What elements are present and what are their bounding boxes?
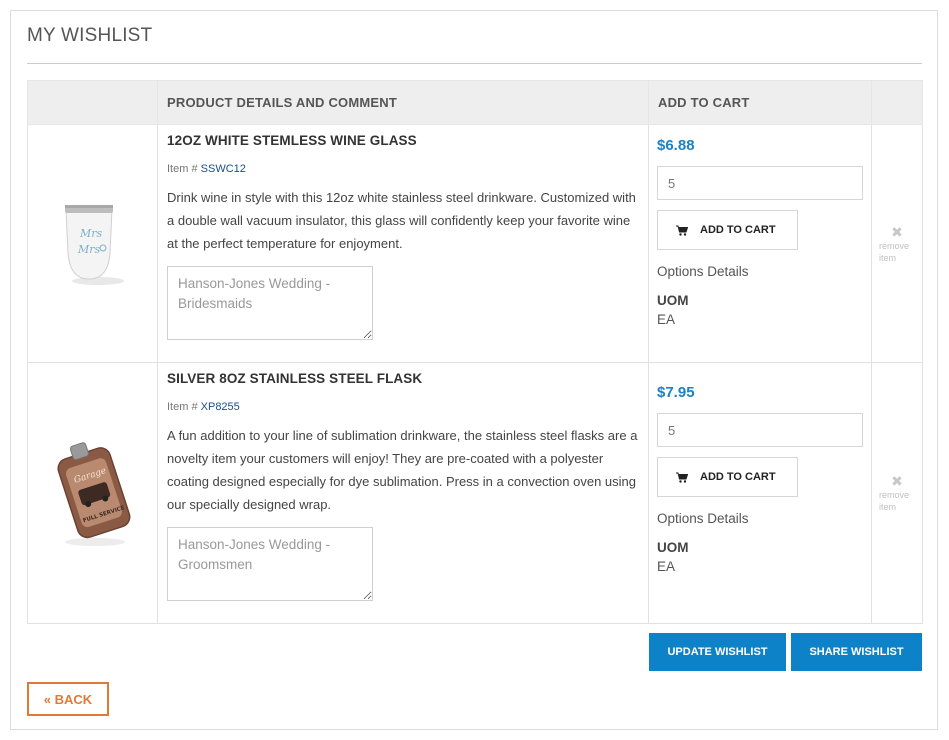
- table-row: Garage FULL SERVICE SILVER 8OZ STAINLESS…: [27, 362, 923, 624]
- table-row: Mrs Mrs 12OZ WHITE STEMLESS WINE GLASS I…: [27, 124, 923, 363]
- product-description: A fun addition to your line of sublimati…: [167, 428, 638, 512]
- uom-value: EA: [657, 312, 676, 327]
- product-image-flask[interactable]: Garage FULL SERVICE: [43, 438, 143, 548]
- header-image: [27, 80, 158, 125]
- product-details-cell: 12OZ WHITE STEMLESS WINE GLASS Item # SS…: [157, 124, 649, 363]
- quantity-input[interactable]: [657, 413, 863, 447]
- wishlist-table: PRODUCT DETAILS AND COMMENT ADD TO CART …: [27, 80, 923, 624]
- add-to-cart-cell: $6.88 ADD TO CART Options Details UOM EA: [648, 124, 872, 363]
- uom-value: EA: [657, 559, 676, 574]
- cart-icon: [676, 225, 688, 236]
- remove-item-button[interactable]: ✖ remove item: [879, 474, 915, 513]
- uom-label: UOM: [657, 540, 689, 555]
- price: $7.95: [657, 384, 695, 401]
- price: $6.88: [657, 137, 695, 154]
- product-image-wine-glass[interactable]: Mrs Mrs: [56, 201, 130, 287]
- remove-cell: ✖ remove item: [871, 362, 923, 624]
- item-prefix: Item #: [167, 163, 198, 175]
- product-image-cell: Garage FULL SERVICE: [27, 362, 158, 624]
- remove-cell: ✖ remove item: [871, 124, 923, 363]
- svg-text:Mrs: Mrs: [79, 227, 103, 240]
- product-details-cell: SILVER 8OZ STAINLESS STEEL FLASK Item # …: [157, 362, 649, 624]
- item-number: SSWC12: [200, 163, 246, 175]
- close-icon: ✖: [891, 473, 903, 489]
- comment-field[interactable]: Hanson-Jones Wedding - Groomsmen: [167, 527, 373, 601]
- add-to-cart-label: ADD TO CART: [700, 471, 776, 483]
- add-to-cart-button[interactable]: ADD TO CART: [657, 210, 798, 250]
- product-image-cell: Mrs Mrs: [27, 124, 158, 363]
- item-number-line: Item # SSWC12: [167, 163, 639, 175]
- header-add-to-cart: ADD TO CART: [648, 80, 872, 125]
- add-to-cart-label: ADD TO CART: [700, 224, 776, 236]
- table-header-row: PRODUCT DETAILS AND COMMENT ADD TO CART: [27, 80, 923, 125]
- update-wishlist-button[interactable]: UPDATE WISHLIST: [649, 633, 786, 671]
- share-wishlist-button[interactable]: SHARE WISHLIST: [791, 633, 922, 671]
- quantity-input[interactable]: [657, 166, 863, 200]
- product-name: 12OZ WHITE STEMLESS WINE GLASS: [167, 133, 417, 148]
- remove-item-label: remove item: [879, 490, 910, 512]
- back-button[interactable]: « BACK: [27, 682, 109, 716]
- options-details: Options Details: [657, 264, 749, 279]
- options-details: Options Details: [657, 511, 749, 526]
- uom-label: UOM: [657, 293, 689, 308]
- add-to-cart-cell: $7.95 ADD TO CART Options Details UOM EA: [648, 362, 872, 624]
- add-to-cart-button[interactable]: ADD TO CART: [657, 457, 798, 497]
- title-divider: [27, 63, 922, 64]
- item-number: XP8255: [200, 401, 240, 413]
- product-description: Drink wine in style with this 12oz white…: [167, 190, 636, 251]
- page-title: MY WISHLIST: [27, 25, 153, 46]
- header-remove: [871, 80, 923, 125]
- comment-field[interactable]: Hanson-Jones Wedding - Bridesmaids: [167, 266, 373, 340]
- cart-icon: [676, 472, 688, 483]
- item-prefix: Item #: [167, 401, 198, 413]
- remove-item-label: remove item: [879, 240, 910, 263]
- item-number-line: Item # XP8255: [167, 401, 639, 413]
- remove-item-button[interactable]: ✖ remove item: [879, 225, 915, 264]
- close-icon: ✖: [891, 223, 903, 240]
- svg-text:Mrs: Mrs: [77, 243, 101, 256]
- wishlist-panel: MY WISHLIST PRODUCT DETAILS AND COMMENT …: [10, 10, 938, 730]
- product-name: SILVER 8OZ STAINLESS STEEL FLASK: [167, 371, 423, 386]
- header-product: PRODUCT DETAILS AND COMMENT: [157, 80, 649, 125]
